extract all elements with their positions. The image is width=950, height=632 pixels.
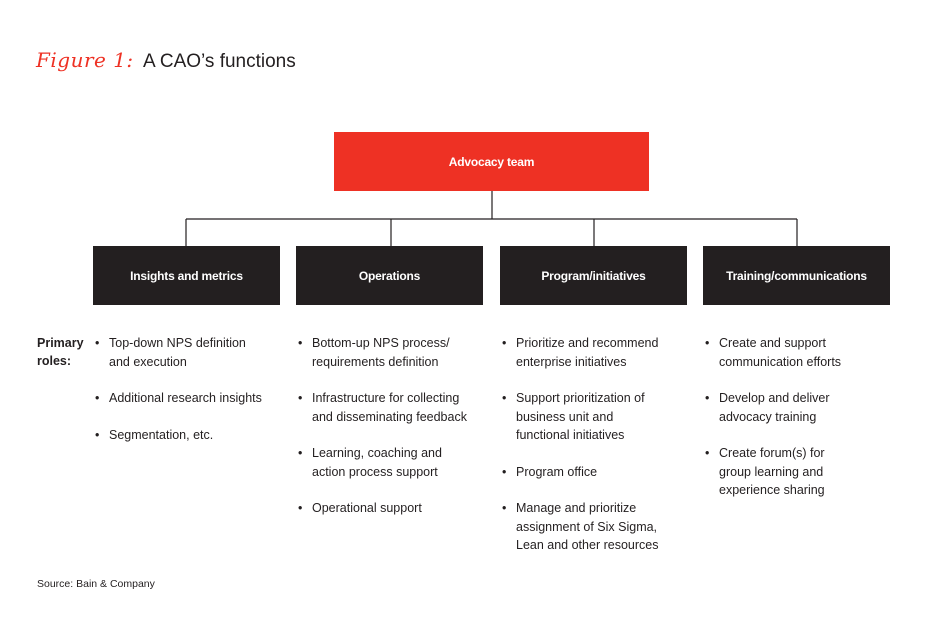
bullet-icon: • [298, 391, 303, 405]
program-initiatives-label: Program/initiatives [541, 268, 646, 283]
role-text: Create forum(s) for group learning and e… [719, 446, 825, 497]
figure-label: Figure 1: [36, 48, 134, 72]
bullet-icon: • [95, 391, 100, 405]
bullet-icon: • [95, 336, 100, 350]
insights-metrics-label: Insights and metrics [130, 268, 243, 283]
role-item: • Develop and deliver advocacy training [703, 389, 853, 426]
role-text: Prioritize and recommend enterprise init… [516, 336, 659, 369]
role-item: • Program office [500, 463, 665, 482]
primary-roles-label: Primary roles: [37, 336, 84, 368]
role-text: Develop and deliver advocacy training [719, 391, 830, 424]
role-text: Additional research insights [109, 391, 262, 405]
bullet-icon: • [502, 391, 507, 405]
role-item: • Segmentation, etc. [93, 426, 268, 445]
role-item: • Infrastructure for collecting and disse… [296, 389, 478, 426]
insights-metrics-node: Insights and metrics [93, 246, 280, 305]
bullet-icon: • [95, 427, 100, 442]
role-text: Learning, coaching and action process su… [312, 446, 442, 479]
role-item: • Prioritize and recommend enterprise ini… [500, 334, 665, 371]
role-item: • Manage and prioritize assignment of Six… [500, 499, 665, 555]
bullet-icon: • [298, 336, 303, 350]
source-note: Source: Bain & Company [37, 578, 155, 590]
role-text: Support prioritization of business unit … [516, 391, 645, 442]
role-item: • Additional research insights [93, 389, 268, 408]
bullet-icon: • [705, 391, 710, 405]
program-initiatives-node: Program/initiatives [500, 246, 687, 305]
operations-roles: • Bottom-up NPS process/ requirements def… [296, 334, 478, 536]
role-text: Segmentation, etc. [109, 427, 214, 442]
training-communications-label: Training/communications [726, 268, 867, 283]
role-text: Operational support [312, 501, 422, 515]
training-communications-roles: • Create and support communication effort… [703, 334, 853, 518]
bullet-icon: • [502, 464, 507, 479]
insights-metrics-roles: • Top-down NPS definition and execution •… [93, 334, 268, 462]
role-text: Infrastructure for collecting and dissem… [312, 391, 467, 424]
bullet-icon: • [502, 501, 507, 515]
bullet-icon: • [705, 446, 710, 460]
figure-title: Figure 1: A CAO’s functions [36, 48, 296, 73]
role-item: • Top-down NPS definition and execution [93, 334, 268, 371]
advocacy-team-node: Advocacy team [334, 132, 649, 191]
role-item: • Create and support communication effort… [703, 334, 853, 371]
bullet-icon: • [298, 446, 303, 460]
role-item: • Learning, coaching and action process s… [296, 444, 478, 481]
role-text: Bottom-up NPS process/ requirements defi… [312, 336, 450, 369]
training-communications-node: Training/communications [703, 246, 890, 305]
bullet-icon: • [502, 336, 507, 350]
bullet-icon: • [705, 336, 710, 350]
role-text: Program office [516, 464, 598, 479]
bullet-icon: • [298, 501, 303, 515]
operations-label: Operations [358, 268, 421, 283]
advocacy-team-label: Advocacy team [448, 154, 535, 169]
org-chart-connectors [185, 191, 798, 246]
role-item: • Operational support [296, 499, 478, 518]
role-text: Manage and prioritize assignment of Six … [516, 501, 659, 552]
role-text: Top-down NPS definition and execution [109, 336, 246, 369]
figure-title-text: A CAO’s functions [142, 51, 296, 72]
operations-node: Operations [296, 246, 483, 305]
role-text: Create and support communication efforts [719, 336, 842, 369]
role-item: • Bottom-up NPS process/ requirements def… [296, 334, 478, 371]
role-item: • Create forum(s) for group learning and … [703, 444, 853, 500]
role-item: • Support prioritization of business unit… [500, 389, 665, 445]
program-initiatives-roles: • Prioritize and recommend enterprise ini… [500, 334, 665, 573]
